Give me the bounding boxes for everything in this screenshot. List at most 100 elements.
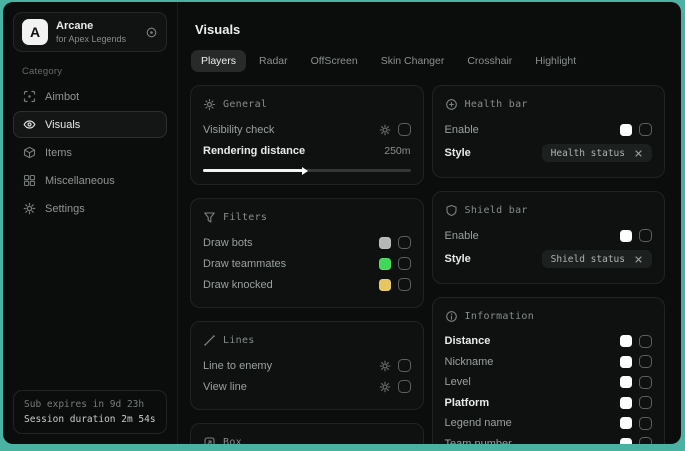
color-swatch[interactable] [379,237,391,249]
health-enable-checkbox[interactable] [639,123,652,136]
card-title: Health bar [465,99,528,110]
draw-teammates-checkbox[interactable] [398,257,411,270]
line-to-enemy-checkbox[interactable] [398,359,411,372]
level-checkbox[interactable] [639,376,652,389]
color-swatch[interactable] [620,376,632,388]
color-swatch[interactable] [620,417,632,429]
eye-icon [23,118,36,131]
sidebar-item-items[interactable]: Items [13,139,167,166]
row-view-line: View line [203,376,411,397]
rendering-distance-value: 250m [384,145,410,157]
row-draw-teammates: Draw teammates [203,253,411,274]
color-swatch[interactable] [620,230,632,242]
draw-knocked-checkbox[interactable] [398,278,411,291]
sidebar-item-visuals[interactable]: Visuals [13,111,167,138]
view-line-checkbox[interactable] [398,380,411,393]
row-health-style: Style Health status [445,141,653,165]
crosshair-icon [23,90,36,103]
row-distance: Distance [445,331,653,352]
card-title: Shield bar [465,205,528,216]
card-title: Box [223,437,242,444]
row-draw-knocked: Draw knocked [203,274,411,295]
sidebar-item-label: Items [45,147,72,159]
rendering-distance-slider[interactable] [203,169,411,172]
sidebar-item-settings[interactable]: Settings [13,195,167,222]
target-icon[interactable] [145,26,158,39]
grid-icon [23,174,36,187]
app-window: A Arcane for Apex Legends Category Aimbo… [3,2,681,444]
legend-name-checkbox[interactable] [639,417,652,430]
subscription-info: Sub expires in 9d 23h Session duration 2… [13,390,167,434]
shield-enable-checkbox[interactable] [639,229,652,242]
sub-expiry-text: Sub expires in 9d 23h [24,399,156,410]
gear-icon[interactable] [379,124,391,136]
info-icon [445,310,458,323]
card-health-bar: Health bar Enable Style Health status [432,85,666,178]
cube-icon [23,146,36,159]
health-icon [445,98,458,111]
shield-style-select[interactable]: Shield status [542,250,652,268]
shield-style-value: Shield status [551,254,625,265]
sidebar-item-label: Miscellaneous [45,175,115,187]
row-nickname: Nickname [445,352,653,373]
sidebar-item-label: Aimbot [45,91,79,103]
sidebar-item-aimbot[interactable]: Aimbot [13,83,167,110]
app-subtitle: for Apex Legends [56,34,126,44]
row-level: Level [445,372,653,393]
tab-offscreen[interactable]: OffScreen [301,50,368,72]
card-title: Filters [223,212,267,223]
platform-checkbox[interactable] [639,396,652,409]
color-swatch[interactable] [620,356,632,368]
page-title: Visuals [195,22,665,37]
sidebar-item-label: Settings [45,203,85,215]
color-swatch[interactable] [620,335,632,347]
color-swatch[interactable] [620,397,632,409]
card-title: General [223,99,267,110]
sidebar-item-label: Visuals [45,119,80,131]
tab-highlight[interactable]: Highlight [525,50,586,72]
row-legend-name: Legend name [445,413,653,434]
tab-players[interactable]: Players [191,50,246,72]
slider-fill [203,169,303,172]
funnel-icon [203,211,216,224]
row-shield-style: Style Shield status [445,247,653,271]
card-information: Information Distance Nickname [432,297,666,444]
card-title: Lines [223,335,255,346]
color-swatch[interactable] [620,124,632,136]
card-box: Box Enable Enable background [190,423,424,444]
draw-bots-checkbox[interactable] [398,236,411,249]
card-shield-bar: Shield bar Enable Style Shield status [432,191,666,284]
row-platform: Platform [445,393,653,414]
card-general: General Visibility check Rendering dista… [190,85,424,185]
card-title: Information [465,311,535,322]
gear-icon[interactable] [379,381,391,393]
close-icon[interactable] [634,255,643,264]
color-swatch[interactable] [379,279,391,291]
nickname-checkbox[interactable] [639,355,652,368]
tab-skin-changer[interactable]: Skin Changer [371,50,455,72]
row-health-enable: Enable [445,119,653,140]
visibility-check-checkbox[interactable] [398,123,411,136]
app-logo: A [22,19,48,45]
sidebar-item-miscellaneous[interactable]: Miscellaneous [13,167,167,194]
line-icon [203,334,216,347]
gear-icon[interactable] [379,360,391,372]
category-label: Category [22,66,167,77]
health-style-value: Health status [551,148,625,159]
close-icon[interactable] [634,149,643,158]
health-style-select[interactable]: Health status [542,144,652,162]
app-name: Arcane [56,20,126,33]
row-rendering-distance: Rendering distance 250m [203,140,411,161]
color-swatch[interactable] [620,438,632,444]
tab-crosshair[interactable]: Crosshair [457,50,522,72]
sidebar: A Arcane for Apex Legends Category Aimbo… [3,2,178,444]
tab-radar[interactable]: Radar [249,50,298,72]
distance-checkbox[interactable] [639,335,652,348]
team-number-checkbox[interactable] [639,437,652,444]
sun-icon [203,98,216,111]
color-swatch[interactable] [379,258,391,270]
shield-icon [445,204,458,217]
row-team-number: Team number [445,434,653,445]
box-icon [203,436,216,444]
main-panel: Visuals Players Radar OffScreen Skin Cha… [178,2,681,444]
